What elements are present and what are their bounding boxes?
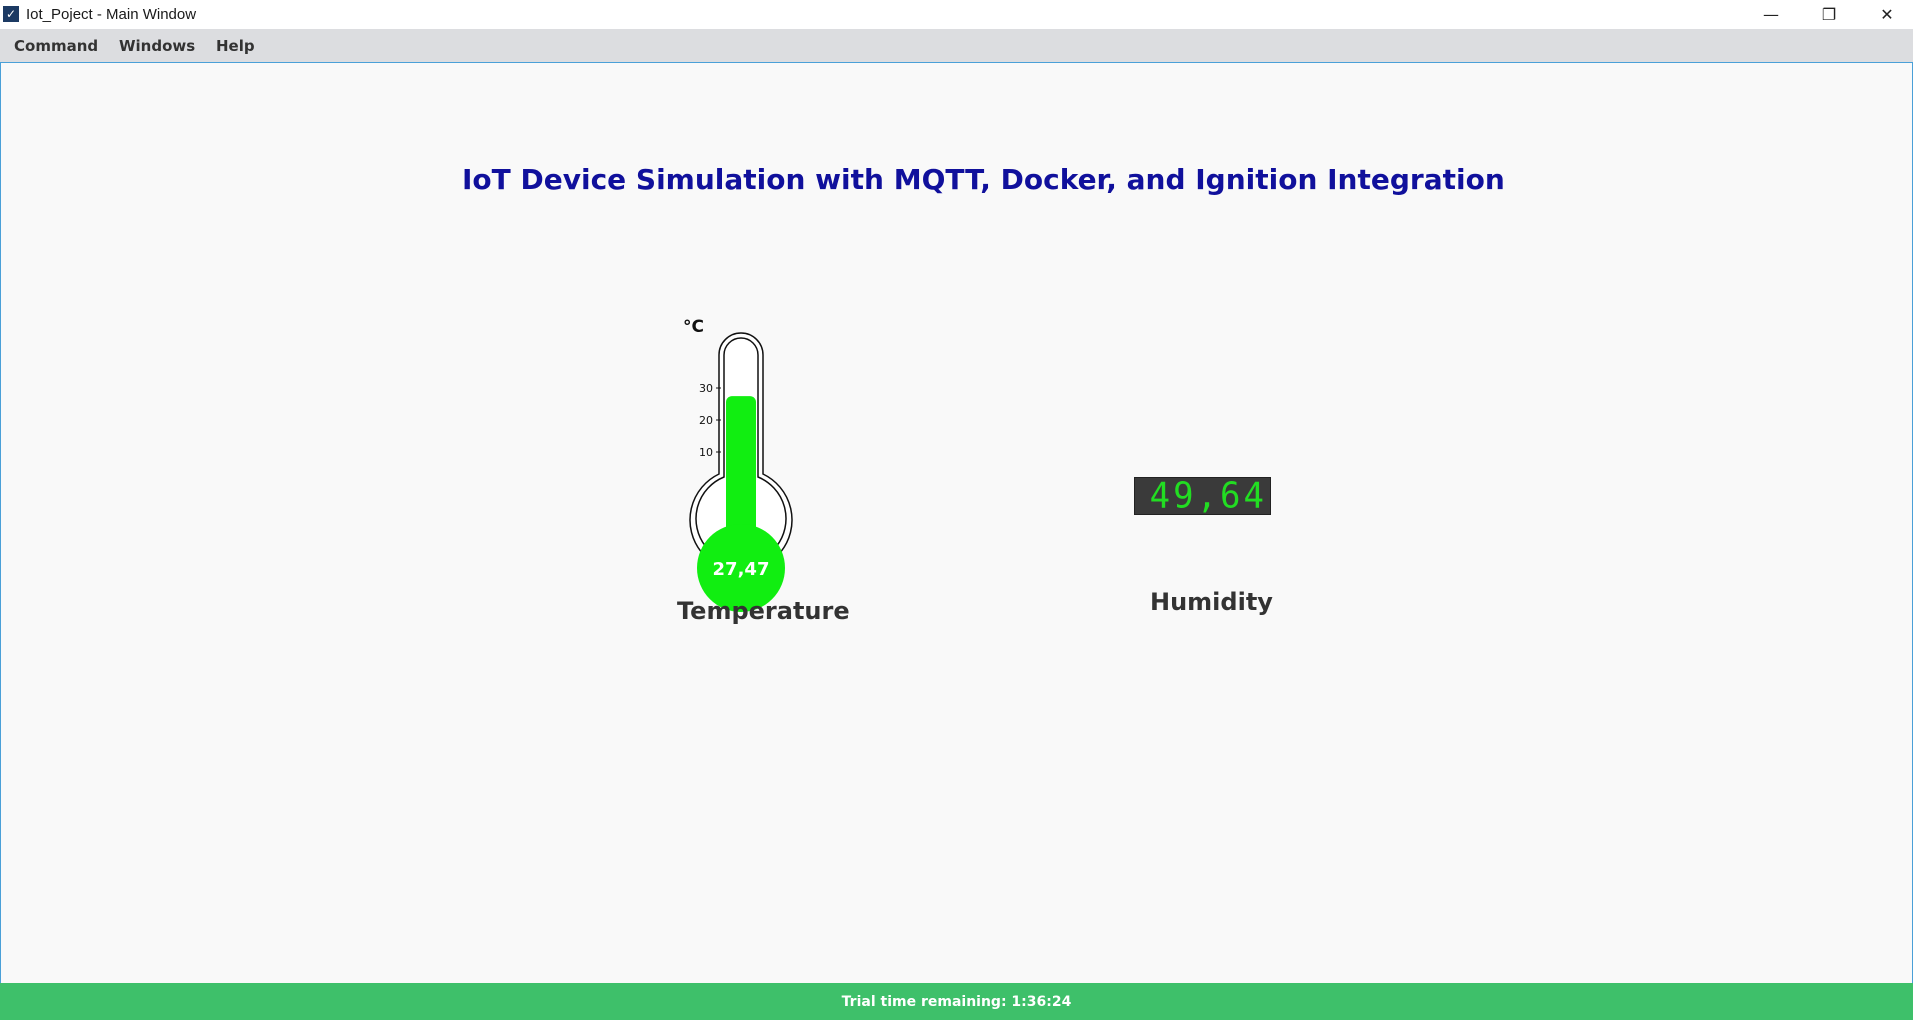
title-bar: ✓ Iot_Poject - Main Window — ❐ ✕ <box>0 0 1913 29</box>
trial-time-status: Trial time remaining: 1:36:24 <box>841 993 1072 1010</box>
restore-icon: ❐ <box>1821 5 1837 24</box>
humidity-led-display: 49,64 <box>1134 475 1271 517</box>
status-bar: Trial time remaining: 1:36:24 <box>0 983 1913 1020</box>
menu-help[interactable]: Help <box>216 37 255 55</box>
menu-bar: Command Windows Help <box>0 29 1913 63</box>
minimize-icon: — <box>1763 5 1779 24</box>
close-icon: ✕ <box>1880 5 1894 24</box>
scale-tick-label: 20 <box>699 414 713 427</box>
check-icon: ✓ <box>3 6 19 22</box>
menu-windows[interactable]: Windows <box>119 37 195 55</box>
scale-tick-label: 10 <box>699 446 713 459</box>
scale-tick-label: 30 <box>699 382 713 395</box>
temperature-fill <box>726 396 756 543</box>
close-button[interactable]: ✕ <box>1858 0 1913 29</box>
temperature-unit: °C <box>683 317 704 337</box>
main-window-content: IoT Device Simulation with MQTT, Docker,… <box>0 63 1913 983</box>
humidity-label: Humidity <box>1150 588 1273 616</box>
restore-button[interactable]: ❐ <box>1800 0 1858 29</box>
temperature-label: Temperature <box>677 597 850 625</box>
menu-command[interactable]: Command <box>14 37 98 55</box>
humidity-value: 49,64 <box>1149 475 1267 517</box>
window-title: Iot_Poject - Main Window <box>26 6 197 23</box>
page-title: IoT Device Simulation with MQTT, Docker,… <box>462 163 1505 196</box>
minimize-button[interactable]: — <box>1742 0 1800 29</box>
thermometer-gauge: °C 10 20 30 27,47 <box>683 317 793 612</box>
temperature-value: 27,47 <box>713 559 770 580</box>
temperature-scale: 10 20 30 <box>699 382 721 459</box>
